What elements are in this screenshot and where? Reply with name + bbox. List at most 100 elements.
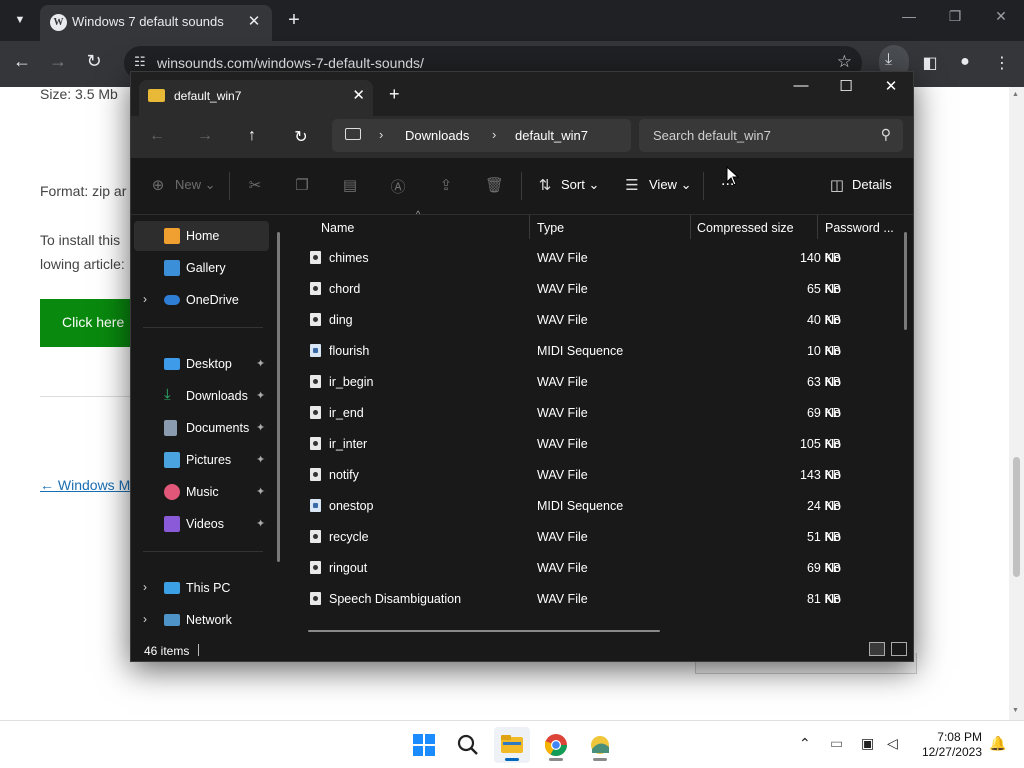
divider[interactable] (690, 215, 691, 239)
breadcrumb-default-win7[interactable]: default_win7 (515, 128, 588, 143)
explorer-tab[interactable]: default_win7 ✕ (139, 80, 373, 116)
breadcrumb-chevron-icon[interactable]: › (379, 127, 383, 142)
table-row[interactable]: ir_inter WAV File 105 KB No (303, 429, 883, 460)
column-header-name[interactable]: Name (321, 221, 354, 235)
table-row[interactable]: Speech Disambiguation WAV File 81 KB No (303, 584, 883, 615)
column-header-type[interactable]: Type (537, 221, 564, 235)
pin-icon[interactable]: ✦ (256, 421, 265, 434)
restore-icon[interactable]: ❐ (940, 8, 970, 25)
battery-icon[interactable]: ▭ (830, 735, 843, 752)
table-row[interactable]: onestop MIDI Sequence 24 KB No (303, 491, 883, 522)
forward-icon[interactable]: → (45, 51, 71, 72)
sidebar-item-network[interactable]: › Network (134, 605, 269, 635)
explorer-search-input[interactable]: Search default_win7 ⚲ (639, 119, 903, 152)
sidebar-item-pictures[interactable]: Pictures ✦ (134, 445, 269, 475)
explorer-address-bar[interactable]: › Downloads › default_win7 (332, 119, 631, 152)
page-scroll-thumb[interactable] (1013, 457, 1020, 577)
previous-post-link[interactable]: ← Windows M (40, 477, 130, 493)
page-scrollbar[interactable]: ▲ ▼ (1009, 87, 1024, 720)
table-row[interactable]: ir_begin WAV File 63 KB No (303, 367, 883, 398)
close-tab-icon[interactable]: ✕ (244, 12, 264, 30)
close-explorer-tab-icon[interactable]: ✕ (352, 86, 365, 104)
bookmark-star-icon[interactable]: ☆ (837, 52, 852, 72)
explorer-back-icon[interactable]: ← (145, 127, 169, 145)
taskbar-file-explorer[interactable] (494, 727, 530, 763)
explorer-maximize-icon[interactable]: ☐ (826, 77, 866, 95)
scroll-down-icon[interactable]: ▼ (1012, 707, 1019, 714)
chevron-right-icon[interactable]: › (143, 292, 147, 306)
sidebar-item-home[interactable]: Home (134, 221, 269, 251)
pin-icon[interactable]: ✦ (256, 517, 265, 530)
table-row[interactable]: ringout WAV File 69 KB No (303, 553, 883, 584)
divider[interactable] (529, 215, 530, 239)
pin-icon[interactable]: ✦ (256, 485, 265, 498)
pin-icon[interactable]: ✦ (256, 453, 265, 466)
system-clock[interactable]: 7:08 PM 12/27/2023 (912, 730, 982, 760)
explorer-forward-icon[interactable]: → (193, 127, 217, 145)
table-row[interactable]: recycle WAV File 51 KB No (303, 522, 883, 553)
sidebar-item-desktop[interactable]: Desktop ✦ (134, 349, 269, 379)
sidebar-item-downloads[interactable]: ⤓ Downloads ✦ (134, 381, 269, 411)
sidebar-item-music[interactable]: Music ✦ (134, 477, 269, 507)
side-panel-icon[interactable]: ◧ (919, 53, 941, 73)
close-window-icon[interactable]: ✕ (986, 8, 1016, 25)
menu-icon[interactable]: ⋮ (991, 53, 1013, 73)
table-row[interactable]: notify WAV File 143 KB No (303, 460, 883, 491)
network-tray-icon[interactable]: ▣ (861, 735, 874, 752)
pin-icon[interactable]: ✦ (256, 389, 265, 402)
table-row[interactable]: chimes WAV File 140 KB No (303, 243, 883, 274)
sidebar-item-videos[interactable]: Videos ✦ (134, 509, 269, 539)
scroll-up-icon[interactable]: ▲ (1012, 91, 1019, 98)
notification-bell-icon[interactable]: 🔔 (989, 735, 1006, 752)
details-button[interactable]: Details (852, 177, 892, 192)
divider[interactable] (817, 215, 818, 239)
explorer-new-tab-button[interactable]: + (389, 84, 400, 105)
chevron-right-icon[interactable]: › (143, 580, 147, 594)
reload-icon[interactable]: ↻ (81, 51, 107, 72)
delete-icon[interactable]: 🗑 (485, 176, 504, 194)
table-row[interactable]: chord WAV File 65 KB No (303, 274, 883, 305)
column-header-compressed-size[interactable]: Compressed size (697, 221, 794, 235)
sidebar-item-this-pc[interactable]: › This PC (134, 573, 269, 603)
column-header-password[interactable]: Password ... (825, 221, 894, 235)
cut-icon[interactable]: ✂ (246, 176, 264, 194)
view-button[interactable]: View ⌄ (649, 177, 691, 193)
chevron-up-icon[interactable]: ⌃ (799, 735, 811, 752)
details-view-icon[interactable] (869, 642, 885, 656)
sidebar-item-documents[interactable]: Documents ✦ (134, 413, 269, 443)
taskbar-app[interactable] (582, 727, 618, 763)
new-tab-button[interactable]: + (282, 8, 306, 32)
paste-icon[interactable]: ▤ (341, 176, 359, 194)
breadcrumb-chevron-icon[interactable]: › (492, 127, 496, 142)
table-row[interactable]: ding WAV File 40 KB No (303, 305, 883, 336)
explorer-minimize-icon[interactable]: — (781, 77, 821, 94)
profile-icon[interactable]: ● (954, 53, 976, 71)
up-icon[interactable]: ↑ (240, 127, 264, 145)
browser-tab[interactable]: W Windows 7 default sounds ✕ (40, 5, 272, 41)
share-icon[interactable]: ⇪ (437, 176, 455, 194)
tab-search-button[interactable]: ▼ (8, 8, 32, 32)
search-button[interactable] (450, 727, 486, 763)
breadcrumb-downloads[interactable]: Downloads (405, 128, 469, 143)
copy-icon[interactable]: ❐ (293, 176, 311, 194)
chevron-right-icon[interactable]: › (143, 612, 147, 626)
taskbar-chrome[interactable] (538, 727, 574, 763)
back-icon[interactable]: ← (9, 51, 35, 72)
explorer-close-icon[interactable]: ✕ (871, 77, 911, 95)
table-row[interactable]: ir_end WAV File 69 KB No (303, 398, 883, 429)
file-list-horizontal-scrollbar[interactable] (308, 630, 660, 632)
sidebar-item-gallery[interactable]: Gallery (134, 253, 269, 283)
file-list-vertical-scrollbar[interactable] (904, 232, 907, 330)
sidebar-item-onedrive[interactable]: › OneDrive (134, 285, 269, 315)
sort-button[interactable]: Sort ⌄ (561, 177, 599, 193)
site-info-icon[interactable]: ☷ (134, 54, 146, 70)
refresh-icon[interactable]: ↻ (289, 127, 313, 147)
sidebar-scrollbar[interactable] (277, 232, 280, 562)
start-button[interactable] (406, 727, 442, 763)
table-row[interactable]: flourish MIDI Sequence 10 KB No (303, 336, 883, 367)
large-icons-view-icon[interactable] (891, 642, 907, 656)
rename-icon[interactable]: Ⓐ (389, 176, 407, 197)
pin-icon[interactable]: ✦ (256, 357, 265, 370)
minimize-icon[interactable]: — (894, 8, 924, 24)
volume-icon[interactable]: ◁ (887, 735, 898, 752)
